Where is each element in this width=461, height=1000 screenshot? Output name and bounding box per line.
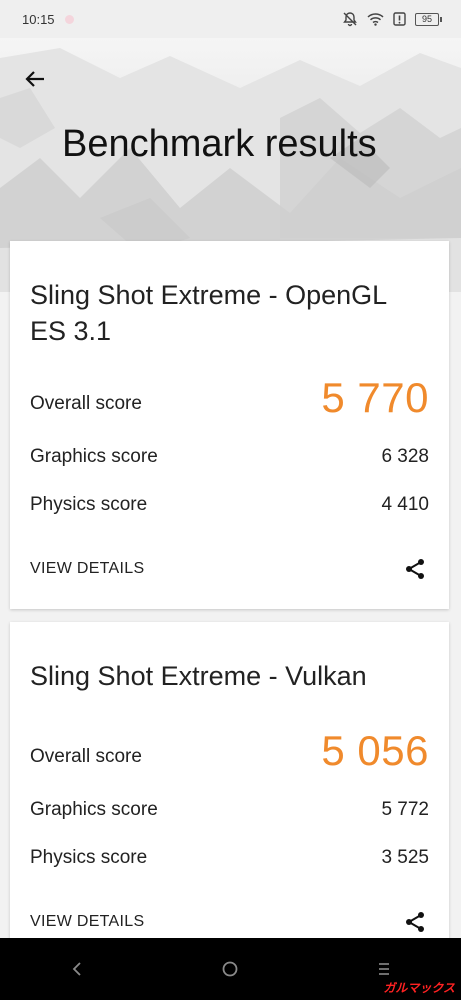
physics-score-value: 3 525 [381, 847, 429, 868]
status-bar: 10:15 95 [0, 0, 461, 38]
physics-score-row: Physics score 4 410 [30, 481, 429, 529]
graphics-score-label: Graphics score [30, 446, 158, 467]
watermark-logo: ガルマックス [383, 981, 455, 995]
physics-score-label: Physics score [30, 847, 148, 868]
card-title: Sling Shot Extreme - Vulkan [30, 661, 367, 691]
nav-home-button[interactable] [210, 949, 250, 989]
graphics-score-row: Graphics score 5 772 [30, 786, 429, 834]
card-footer: VIEW DETAILS [30, 902, 429, 942]
physics-score-value: 4 410 [381, 494, 429, 515]
graphics-score-label: Graphics score [30, 799, 158, 820]
graphics-score-value: 5 772 [381, 799, 429, 820]
wifi-icon [367, 12, 384, 26]
nav-back-button[interactable] [57, 949, 97, 989]
status-left: 10:15 [22, 12, 74, 27]
share-icon [406, 559, 424, 579]
graphics-score-row: Graphics score 6 328 [30, 433, 429, 481]
share-icon [406, 912, 424, 932]
overall-score-label: Overall score [30, 393, 142, 414]
overall-score-label: Overall score [30, 746, 142, 767]
home-circle-icon [223, 961, 238, 977]
graphics-score-value: 6 328 [381, 446, 429, 467]
overall-score-value: 5 770 [321, 374, 429, 421]
alert-icon [393, 12, 406, 26]
page-title: Benchmark results [62, 123, 377, 165]
status-right: 95 [342, 11, 442, 27]
back-chevron-icon [72, 962, 81, 976]
result-card-opengl: Sling Shot Extreme - OpenGL ES 3.1 Overa… [10, 241, 449, 609]
view-details-button[interactable]: VIEW DETAILS [30, 560, 144, 578]
physics-score-label: Physics score [30, 494, 148, 515]
menu-lines-icon [379, 963, 390, 975]
result-card-vulkan: Sling Shot Extreme - Vulkan Overall scor… [10, 622, 449, 952]
overall-score-row: Overall score 5 056 [30, 722, 429, 780]
status-time: 10:15 [22, 11, 55, 27]
overall-score-row: Overall score 5 770 [30, 369, 429, 427]
back-button[interactable] [18, 62, 52, 96]
battery-icon: 95 [415, 12, 442, 26]
overall-score-value: 5 056 [321, 727, 429, 774]
arrow-left-icon [25, 71, 44, 87]
card-footer: VIEW DETAILS [30, 549, 429, 589]
physics-score-row: Physics score 3 525 [30, 834, 429, 882]
view-details-button[interactable]: VIEW DETAILS [30, 913, 144, 931]
silent-bell-icon [342, 11, 358, 27]
share-button[interactable] [401, 908, 429, 936]
share-button[interactable] [401, 555, 429, 583]
notification-dot-icon [64, 14, 74, 24]
card-title: Sling Shot Extreme - OpenGL ES 3.1 [30, 280, 387, 346]
